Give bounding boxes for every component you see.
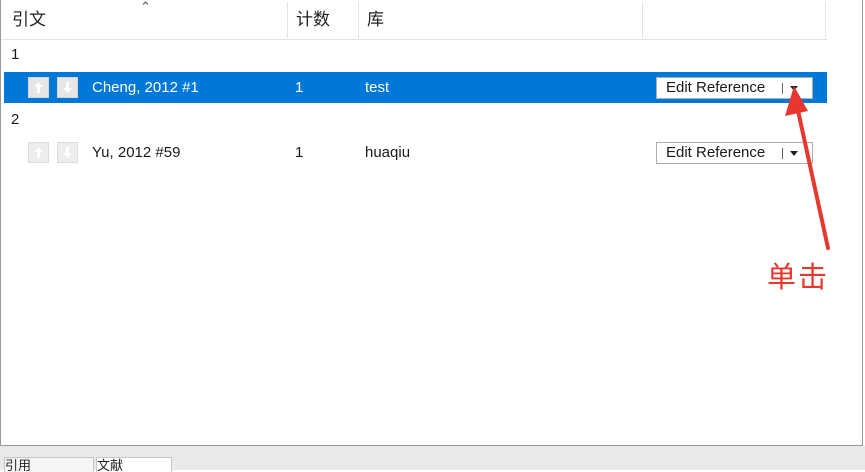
arrow-up-icon [34, 82, 43, 93]
citation-row[interactable]: Cheng, 2012 #1 1 test Edit Reference [4, 72, 827, 103]
sort-ascending-icon: ⌃ [140, 0, 151, 14]
column-divider[interactable] [287, 2, 288, 38]
arrow-up-icon [34, 147, 43, 158]
library-name: huaqiu [365, 144, 411, 161]
column-divider[interactable] [358, 2, 359, 38]
citation-list-panel: 引文 ⌃ 计数 库 1 Cheng, 2012 #1 1 test Edit R… [0, 0, 863, 446]
group-number-label: 2 [11, 111, 20, 128]
count-value: 1 [295, 144, 304, 161]
arrow-down-icon [63, 147, 72, 158]
column-divider[interactable] [825, 2, 826, 38]
annotation-label: 单击 [767, 260, 830, 294]
move-up-button[interactable] [28, 142, 49, 163]
column-header-library[interactable]: 库 [367, 0, 384, 39]
edit-reference-label: Edit Reference [666, 79, 766, 96]
edit-reference-label: Edit Reference [666, 144, 766, 161]
arrow-down-icon [63, 82, 72, 93]
group-number-label: 1 [11, 46, 20, 63]
citation-row[interactable]: Yu, 2012 #59 1 huaqiu Edit Reference [4, 137, 827, 168]
column-header-row: 引文 ⌃ 计数 库 [1, 0, 827, 40]
citation-text: Yu, 2012 #59 [92, 144, 181, 161]
move-down-button[interactable] [57, 142, 78, 163]
count-value: 1 [295, 79, 304, 96]
bottom-tab-strip: 引用 文献 [0, 446, 865, 472]
move-down-button[interactable] [57, 77, 78, 98]
library-name: test [365, 79, 390, 96]
column-header-count[interactable]: 计数 [296, 0, 330, 39]
column-header-citation[interactable]: 引文 [12, 0, 46, 39]
citation-text: Cheng, 2012 #1 [92, 79, 199, 96]
annotation-arrow-icon [785, 86, 830, 250]
column-divider[interactable] [642, 2, 643, 38]
move-up-button[interactable] [28, 77, 49, 98]
